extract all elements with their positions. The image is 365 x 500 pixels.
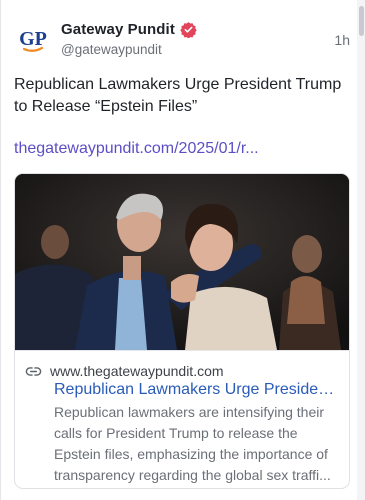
- author-name-row: Gateway Pundit: [61, 18, 197, 40]
- link-icon: [25, 366, 42, 376]
- link-preview-card[interactable]: www.thegatewaypundit.com Republican Lawm…: [14, 173, 350, 489]
- link-description-line: Epstein files, emphasizing the importanc…: [54, 446, 328, 462]
- link-description: Republican lawmakers are intensifying th…: [54, 402, 339, 486]
- link-preview-body: www.thegatewaypundit.com Republican Lawm…: [15, 350, 349, 488]
- link-preview-image: [15, 174, 349, 350]
- avatar-text: GP: [19, 28, 47, 50]
- link-title[interactable]: Republican Lawmakers Urge President Trum…: [54, 380, 339, 400]
- left-divider: [0, 0, 1, 500]
- post-link[interactable]: thegatewaypundit.com/2025/01/r...: [14, 138, 350, 160]
- post-text: Republican Lawmakers Urge President Trum…: [14, 76, 342, 115]
- post-header: GP Gateway Pundit @gatewaypundit 1h: [14, 18, 350, 62]
- post-timestamp[interactable]: 1h: [334, 32, 350, 48]
- verified-badge-icon: [180, 21, 197, 38]
- author-handle[interactable]: @gatewaypundit: [61, 42, 162, 57]
- link-description-line: transparency regarding the global sex tr…: [54, 467, 331, 483]
- scrollbar[interactable]: [357, 0, 365, 500]
- post[interactable]: GP Gateway Pundit @gatewaypundit 1h Repu…: [0, 0, 357, 500]
- link-description-line: calls for President Trump to release the: [54, 425, 298, 441]
- scrollbar-thumb[interactable]: [359, 6, 364, 36]
- link-description-line: Republican lawmakers are intensifying th…: [54, 404, 325, 420]
- gateway-pundit-logo-icon: GP: [19, 28, 47, 52]
- avatar[interactable]: GP: [14, 20, 52, 58]
- author-display-name[interactable]: Gateway Pundit: [61, 21, 175, 38]
- link-domain-row: www.thegatewaypundit.com: [25, 362, 224, 380]
- link-domain: www.thegatewaypundit.com: [50, 363, 224, 379]
